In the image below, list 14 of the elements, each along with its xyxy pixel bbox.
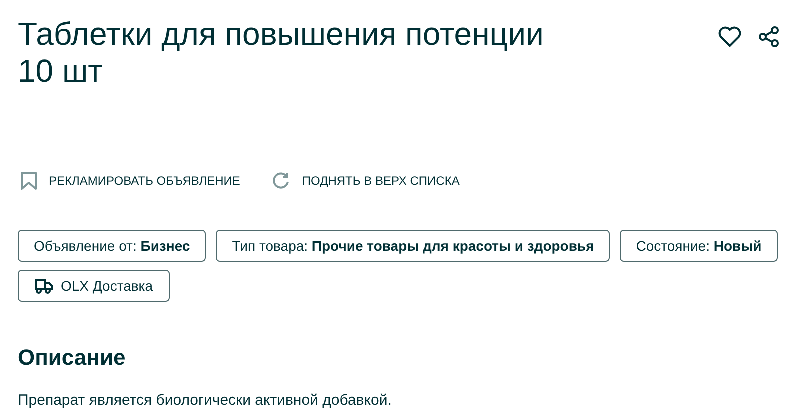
- listing-title: Таблетки для повышения потенции 10 шт: [18, 16, 545, 90]
- parameter-tag: Объявление от: Бизнес: [18, 230, 206, 262]
- parameter-tag: Тип товара: Прочие товары для красоты и здоровья: [216, 230, 610, 262]
- description-text: Препарат является биологически активной добавкой.: [18, 391, 393, 411]
- section-heading: Описание: [18, 344, 127, 372]
- truck-icon: [35, 278, 53, 294]
- parameter-tag: Состояние: Новый: [620, 230, 778, 262]
- delivery-button[interactable]: OLX Доставка: [18, 270, 170, 302]
- action-link[interactable]: РЕКЛАМИРОВАТЬ ОБЪЯВЛЕНИЕ: [49, 172, 240, 190]
- bookmark-icon: [21, 172, 37, 190]
- action-link[interactable]: ПОДНЯТЬ В ВЕРХ СПИСКА: [302, 172, 460, 190]
- refresh-icon: [272, 172, 290, 190]
- heart-icon[interactable]: [718, 26, 742, 48]
- share-icon[interactable]: [758, 26, 780, 48]
